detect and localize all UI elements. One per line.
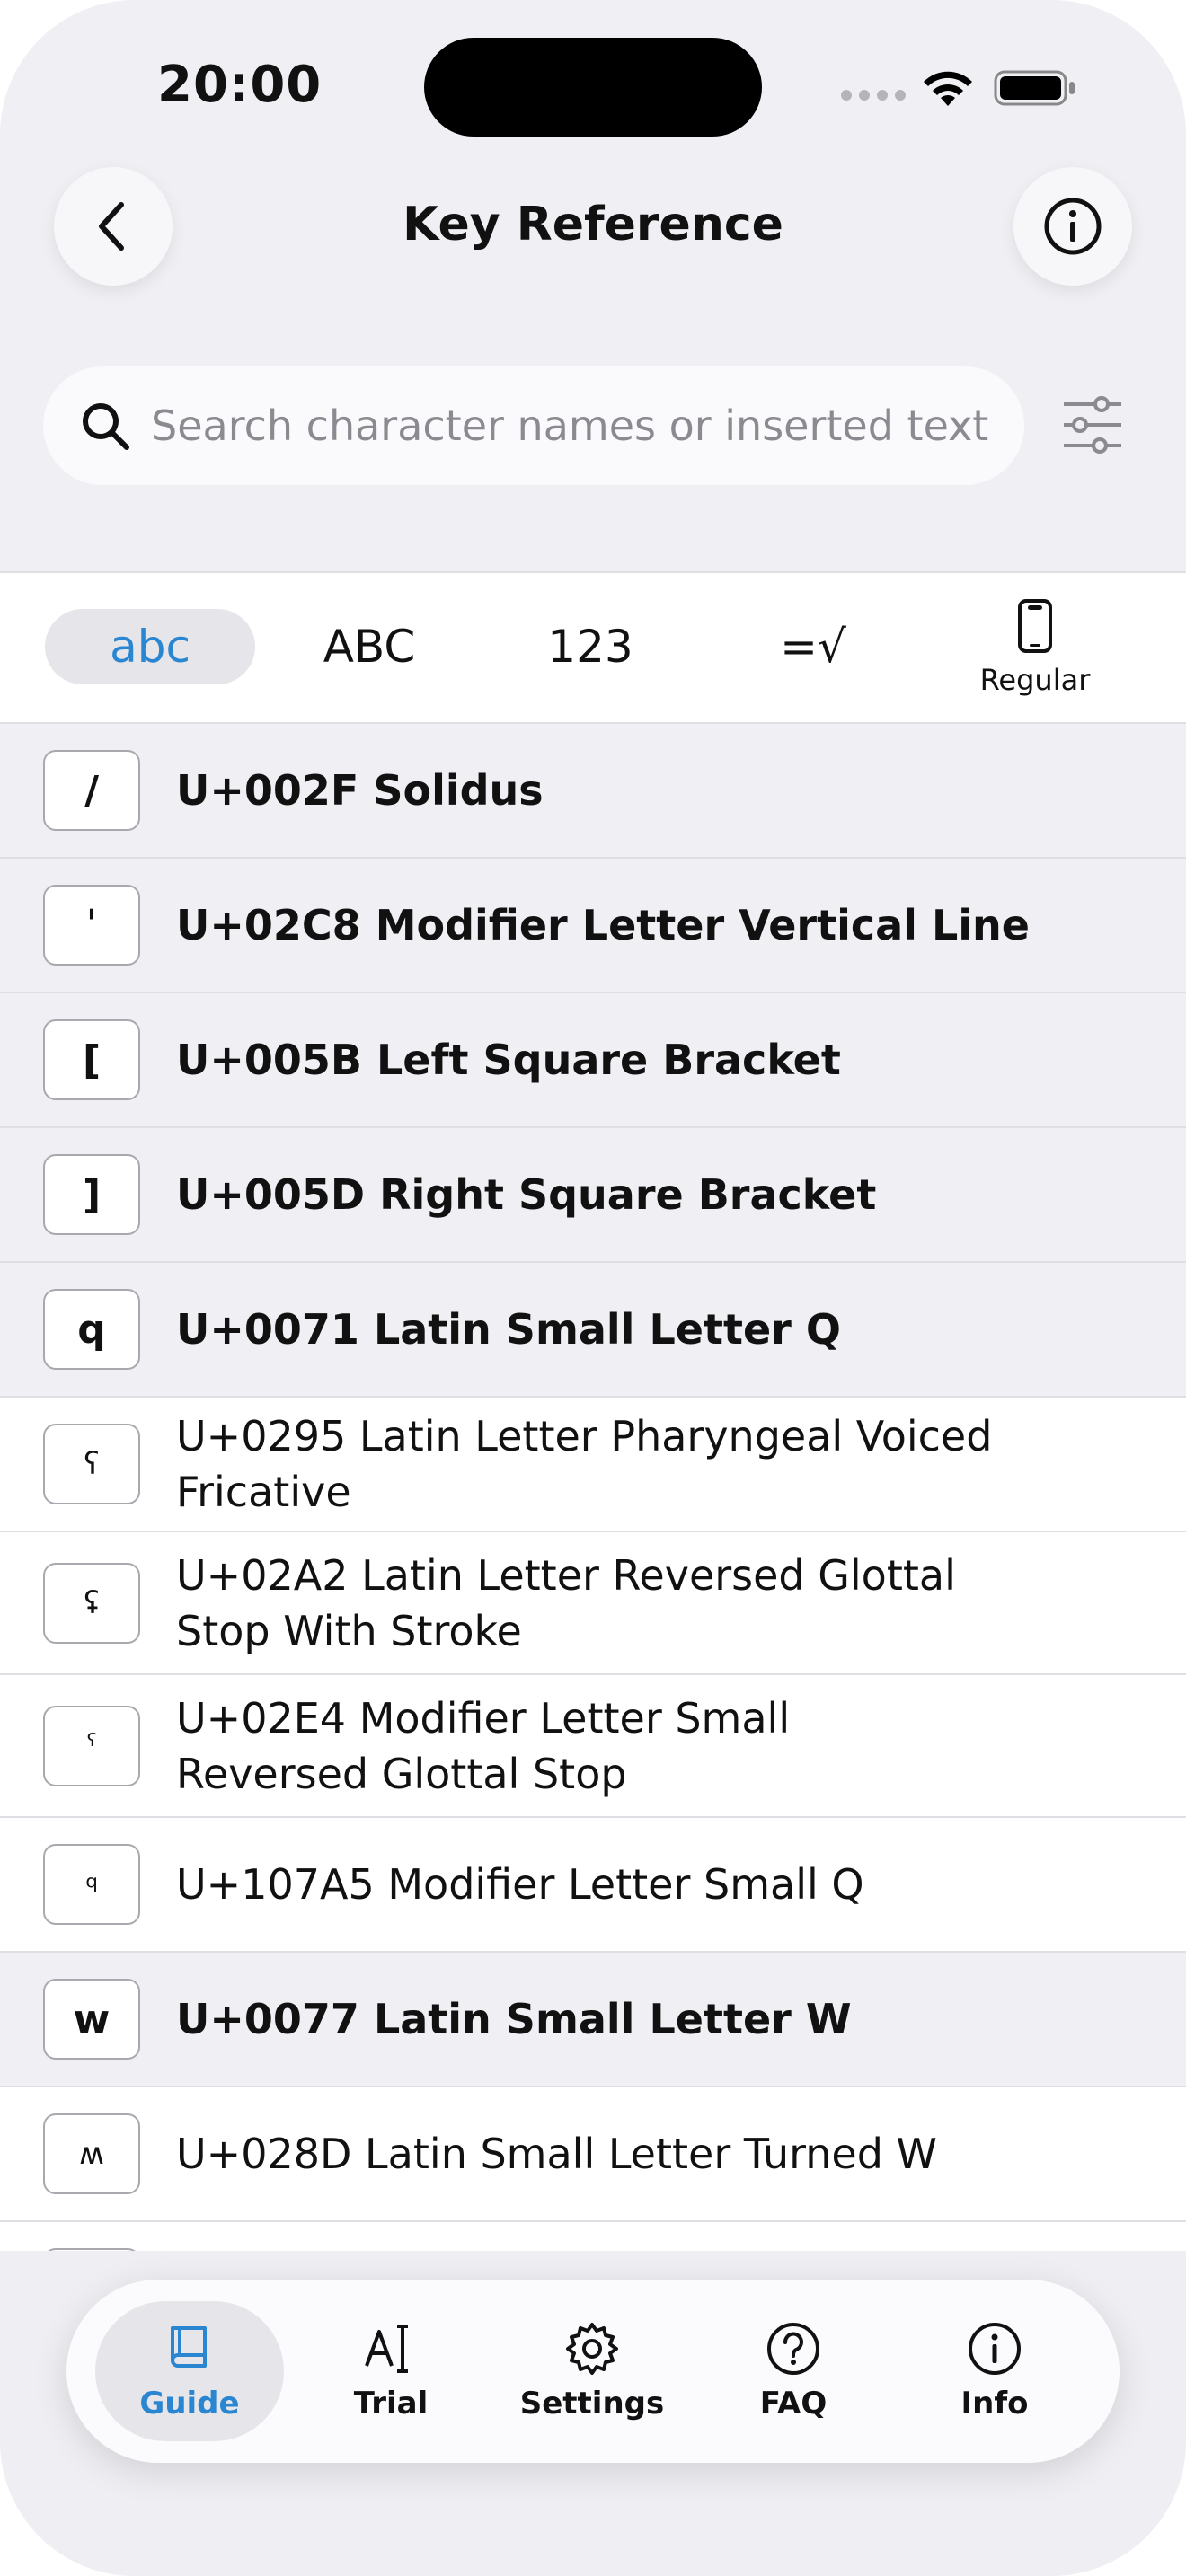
list-item[interactable]: [ U+005B Left Square Bracket <box>0 993 1186 1128</box>
list-item[interactable]: ʕ U+0295 Latin Letter Pharyngeal Voiced … <box>0 1398 1186 1532</box>
segment-numbers[interactable]: 123 <box>485 609 695 684</box>
segment-abc[interactable]: abc <box>45 609 255 684</box>
tab-label: Settings <box>519 2386 665 2422</box>
character-list: / U+002F Solidus ˈ U+02C8 Modifier Lette… <box>0 724 1186 2357</box>
tab-bar: Guide Trial Settings FAQ Info <box>66 2280 1120 2463</box>
question-icon <box>767 2323 819 2375</box>
list-item[interactable]: ˈ U+02C8 Modifier Letter Vertical Line <box>0 859 1186 993</box>
gear-icon <box>566 2323 618 2375</box>
list-item[interactable]: 𐞥 U+107A5 Modifier Letter Small Q <box>0 1818 1186 1953</box>
glyph-key: ] <box>43 1154 140 1235</box>
text-cursor-icon <box>365 2325 408 2373</box>
page-title: Key Reference <box>403 198 783 251</box>
search-input[interactable] <box>151 401 1013 450</box>
dynamic-island <box>424 38 762 137</box>
segment-math[interactable]: =√ <box>708 609 918 684</box>
tab-guide[interactable]: Guide <box>95 2301 284 2441</box>
character-name: U+005B Left Square Bracket <box>176 1036 841 1084</box>
filter-icon[interactable] <box>1060 395 1125 454</box>
signal-icon <box>841 90 906 101</box>
glyph-key: / <box>43 750 140 831</box>
keyboard-segment-bar: abc ABC 123 =√ Regular <box>0 571 1186 724</box>
character-name: U+002F Solidus <box>176 766 544 815</box>
phone-icon <box>1018 599 1052 653</box>
tab-trial[interactable]: Trial <box>296 2301 485 2441</box>
list-item[interactable]: ʍ U+028D Latin Small Letter Turned W <box>0 2087 1186 2222</box>
character-name: U+0295 Latin Letter Pharyngeal Voiced Fr… <box>176 1412 993 1516</box>
status-time: 20:00 <box>157 56 323 114</box>
tab-info[interactable]: Info <box>900 2301 1089 2441</box>
segment-regular[interactable]: Regular <box>963 598 1107 697</box>
tab-label: Guide <box>139 2386 240 2422</box>
book-icon <box>171 2326 207 2368</box>
search-bar[interactable] <box>43 366 1024 485</box>
character-name: U+005D Right Square Bracket <box>176 1170 877 1219</box>
battery-icon <box>994 70 1075 106</box>
character-name: U+02C8 Modifier Letter Vertical Line <box>176 901 1030 949</box>
glyph-key: ʕ <box>43 1424 140 1504</box>
glyph-key: q <box>43 1289 140 1370</box>
glyph-key: 𐞥 <box>43 1844 140 1925</box>
search-icon <box>83 403 129 450</box>
list-item[interactable]: ] U+005D Right Square Bracket <box>0 1128 1186 1263</box>
info-icon <box>969 2323 1021 2375</box>
list-item[interactable]: / U+002F Solidus <box>0 724 1186 859</box>
tab-label: FAQ <box>759 2386 828 2422</box>
info-icon <box>1044 198 1102 255</box>
info-button[interactable] <box>1013 167 1132 286</box>
tab-label: Trial <box>353 2386 429 2422</box>
segment-uppercase[interactable]: ABC <box>264 609 474 684</box>
wifi-icon <box>924 71 972 106</box>
character-name: U+0077 Latin Small Letter W <box>176 1995 852 2043</box>
glyph-key: ˈ <box>43 885 140 966</box>
segment-regular-label: Regular <box>979 663 1091 697</box>
glyph-key: ʢ <box>43 1562 140 1644</box>
character-name: U+02E4 Modifier Letter Small Reversed Gl… <box>176 1693 791 1798</box>
glyph-key: [ <box>43 1019 140 1100</box>
character-name: U+02A2 Latin Letter Reversed Glottal Sto… <box>176 1550 956 1655</box>
list-item[interactable]: w U+0077 Latin Small Letter W <box>0 1953 1186 2087</box>
character-name: U+0071 Latin Small Letter Q <box>176 1305 841 1354</box>
screen: 20:00 Key Reference Search character nam… <box>0 0 1186 2576</box>
character-name: U+028D Latin Small Letter Turned W <box>176 2130 938 2178</box>
tab-faq[interactable]: FAQ <box>699 2301 888 2441</box>
glyph-key: w <box>43 1979 140 2060</box>
character-name: U+107A5 Modifier Letter Small Q <box>176 1860 864 1909</box>
glyph-key: ˤ <box>43 1705 140 1786</box>
tab-label: Info <box>960 2386 1029 2422</box>
tab-settings[interactable]: Settings <box>498 2301 686 2441</box>
list-item[interactable]: ʢ U+02A2 Latin Letter Reversed Glottal S… <box>0 1532 1186 1675</box>
list-item[interactable]: q U+0071 Latin Small Letter Q <box>0 1263 1186 1398</box>
list-item[interactable]: ˤ U+02E4 Modifier Letter Small Reversed … <box>0 1675 1186 1818</box>
glyph-key: ʍ <box>43 2113 140 2194</box>
